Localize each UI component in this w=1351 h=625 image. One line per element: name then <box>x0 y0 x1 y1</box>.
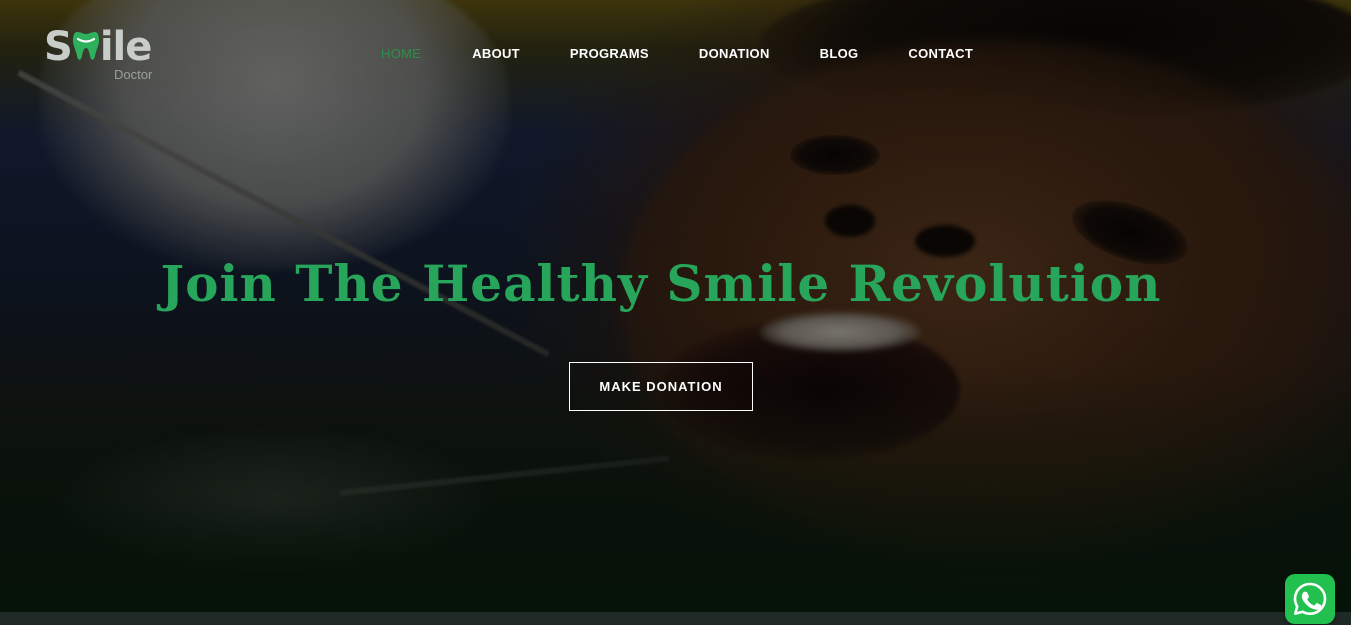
whatsapp-button[interactable] <box>1285 574 1335 624</box>
logo-subtitle: Doctor <box>114 67 153 82</box>
tooth-icon <box>72 26 99 60</box>
nav-item-home[interactable]: HOME <box>381 46 421 61</box>
next-section-edge <box>0 612 1351 625</box>
nav-item-about[interactable]: ABOUT <box>472 46 520 61</box>
make-donation-button[interactable]: MAKE DONATION <box>569 362 753 411</box>
hero-title: Join The Healthy Smile Revolution <box>160 254 1162 313</box>
nav-item-contact[interactable]: CONTACT <box>908 46 973 61</box>
nav-item-donation[interactable]: DONATION <box>699 46 770 61</box>
main-nav: HOME ABOUT PROGRAMS DONATION BLOG CONTAC… <box>381 44 973 62</box>
nav-item-blog[interactable]: BLOG <box>820 46 859 61</box>
logo-wordmark: S ile <box>44 24 152 70</box>
whatsapp-icon <box>1293 582 1327 615</box>
site-logo[interactable]: S ile Doctor <box>44 24 184 88</box>
nav-item-programs[interactable]: PROGRAMS <box>570 46 649 61</box>
